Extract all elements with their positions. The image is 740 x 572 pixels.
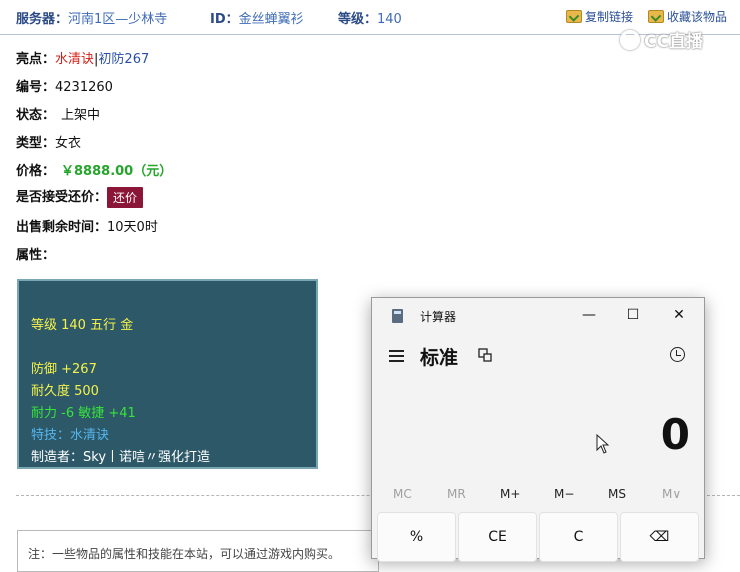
highlight-skill: 水清诀	[55, 52, 95, 67]
id-info: ID：金丝蝉翼衫	[210, 8, 304, 27]
price-label: 价格：	[16, 164, 56, 179]
type-label: 类型：	[16, 136, 56, 151]
hamburger-menu-icon[interactable]	[389, 350, 404, 362]
highlight-row: 亮点：水清诀|初防267	[16, 48, 149, 67]
memory-list-button[interactable]: M∨	[662, 487, 681, 501]
price-value: ￥8888.00（元）	[61, 164, 173, 179]
attr-durability: 耐久度 500	[31, 384, 99, 399]
attr-skill: 特技：水清诀	[31, 428, 110, 443]
remaining-value: 10天0时	[107, 220, 158, 235]
status-value: 上架中	[61, 108, 101, 123]
level-info: 等级：140	[338, 8, 402, 27]
attr-maker: 制造者：Sky丨诺唁〃强化打造	[31, 450, 211, 465]
keep-on-top-icon[interactable]	[478, 348, 492, 362]
watermark-text: CC直播	[644, 32, 703, 52]
folder-check-icon	[648, 10, 664, 23]
number-row: 编号：4231260	[16, 76, 113, 95]
copy-link-button[interactable]: 复制链接	[566, 8, 633, 25]
memory-clear-button[interactable]: MC	[393, 487, 412, 501]
highlight-defense: 初防267	[98, 52, 150, 67]
id-value: 金丝蝉翼衫	[238, 12, 304, 27]
calculator-window: 计算器 — ☐ ✕ 标准 0 MC MR M+ M− MS M∨ % CE C …	[371, 297, 705, 562]
remaining-label: 出售剩余时间：	[16, 220, 108, 235]
maximize-button[interactable]: ☐	[621, 304, 645, 326]
memory-recall-button[interactable]: MR	[447, 487, 466, 501]
attr-stats: 耐力 -6 敏捷 +41	[31, 406, 136, 421]
attr-level-line: 等级 140 五行 金	[31, 318, 134, 333]
backspace-key[interactable]: ⌫	[620, 512, 699, 562]
favorite-button[interactable]: 收藏该物品	[648, 8, 727, 25]
clear-entry-key[interactable]: CE	[458, 512, 537, 562]
attr-label: 属性：	[16, 248, 56, 263]
folder-check-icon	[566, 10, 582, 23]
attr-defense: 防御 +267	[31, 362, 97, 377]
haggle-button[interactable]: 还价	[107, 187, 144, 208]
percent-key[interactable]: %	[377, 512, 456, 562]
haggle-row: 是否接受还价： 还价	[16, 186, 144, 208]
memory-subtract-button[interactable]: M−	[554, 487, 574, 501]
server-info: 服务器：河南1区—少林寺	[16, 8, 167, 27]
highlight-label: 亮点：	[16, 52, 56, 67]
level-value: 140	[377, 12, 402, 27]
attribute-box: 等级 140 五行 金 防御 +267 耐久度 500 耐力 -6 敏捷 +41…	[17, 279, 318, 469]
memory-add-button[interactable]: M+	[500, 487, 520, 501]
mouse-cursor-icon	[596, 434, 610, 454]
calculator-app-icon	[392, 309, 403, 323]
copy-link-label: 复制链接	[585, 10, 634, 24]
memory-store-button[interactable]: MS	[608, 487, 626, 501]
status-label: 状态：	[16, 108, 56, 123]
price-row: 价格： ￥8888.00（元）	[16, 160, 172, 179]
calculator-display: 0	[660, 410, 690, 459]
type-value: 女衣	[55, 136, 82, 151]
remaining-row: 出售剩余时间：10天0时	[16, 216, 158, 235]
number-value: 4231260	[55, 80, 113, 95]
calculator-app-title: 计算器	[420, 310, 457, 324]
minimize-button[interactable]: —	[577, 304, 601, 326]
number-label: 编号：	[16, 80, 56, 95]
attr-row: 属性：	[16, 244, 55, 263]
type-row: 类型：女衣	[16, 132, 81, 151]
level-label: 等级：	[338, 12, 378, 27]
calculator-titlebar[interactable]: 计算器 — ☐ ✕	[372, 298, 704, 332]
note-text: 注：一些物品的属性和技能在本站，可以通过游戏内购买。	[28, 547, 341, 561]
id-label: ID：	[210, 12, 239, 27]
status-row: 状态： 上架中	[16, 104, 100, 123]
server-value: 河南1区—少林寺	[68, 12, 168, 27]
favorite-label: 收藏该物品	[667, 10, 728, 24]
watermark: CC直播	[620, 27, 703, 52]
haggle-label: 是否接受还价：	[16, 190, 108, 205]
clear-key[interactable]: C	[539, 512, 618, 562]
close-button[interactable]: ✕	[667, 304, 691, 326]
calculator-mode-title: 标准	[420, 347, 459, 369]
server-label: 服务器：	[16, 12, 69, 27]
history-icon[interactable]	[670, 347, 685, 362]
watermark-logo-icon	[620, 29, 640, 50]
